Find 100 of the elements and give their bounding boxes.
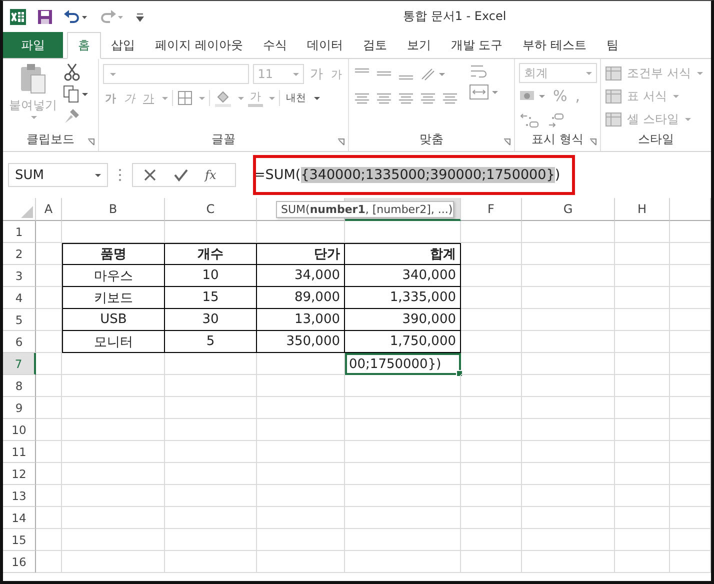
sheet-cell[interactable] xyxy=(522,507,615,529)
sheet-cell[interactable] xyxy=(670,529,711,551)
sheet-cell[interactable] xyxy=(522,397,615,419)
sheet-cell[interactable] xyxy=(670,507,711,529)
ribbon-tab[interactable]: 페이지 레이아웃 xyxy=(145,32,253,58)
sheet-cell[interactable] xyxy=(670,331,711,353)
sheet-cell[interactable] xyxy=(36,529,62,551)
sheet-cell[interactable] xyxy=(461,485,522,507)
sheet-cell[interactable] xyxy=(615,309,670,331)
sheet-cell[interactable] xyxy=(670,419,711,441)
sheet-cell[interactable] xyxy=(461,331,522,353)
sheet-cell[interactable] xyxy=(36,221,62,243)
sheet-cell[interactable] xyxy=(670,441,711,463)
row-header[interactable]: 1 xyxy=(3,221,36,243)
sheet-cell[interactable] xyxy=(36,331,62,353)
row-header[interactable]: 4 xyxy=(3,287,36,309)
ribbon-tab[interactable]: 보기 xyxy=(396,32,441,58)
ribbon-tab[interactable]: 팀 xyxy=(596,32,628,58)
insert-function-button[interactable]: fx xyxy=(205,168,216,182)
undo-icon[interactable] xyxy=(63,8,89,24)
sheet-cell[interactable] xyxy=(165,551,257,573)
sheet-cell[interactable] xyxy=(461,265,522,287)
sheet-cell[interactable] xyxy=(461,551,522,573)
sheet-cell[interactable] xyxy=(670,485,711,507)
sheet-cell[interactable] xyxy=(461,375,522,397)
ribbon-tab[interactable]: 검토 xyxy=(352,32,397,58)
sheet-cell[interactable] xyxy=(615,221,670,243)
customize-menu-icon[interactable] xyxy=(135,10,145,22)
formula-input[interactable]: =SUM({340000;1335000;390000;1750000}) xyxy=(246,163,711,187)
sheet-cell[interactable] xyxy=(461,419,522,441)
sheet-cell[interactable] xyxy=(345,221,461,243)
sheet-cell[interactable] xyxy=(615,353,670,375)
sheet-cell[interactable] xyxy=(522,221,615,243)
ribbon-tab[interactable]: 개발 도구 xyxy=(440,32,513,58)
row-header[interactable]: 3 xyxy=(3,265,36,287)
save-icon[interactable] xyxy=(37,8,53,24)
sheet-cell[interactable] xyxy=(257,419,345,441)
sheet-cell[interactable] xyxy=(257,551,345,573)
column-header[interactable]: F xyxy=(461,198,522,221)
sheet-cell[interactable] xyxy=(461,309,522,331)
sheet-cell[interactable] xyxy=(615,287,670,309)
sheet-cell[interactable] xyxy=(165,529,257,551)
sheet-cell[interactable] xyxy=(165,397,257,419)
column-header[interactable]: G xyxy=(522,198,615,221)
ribbon-tab[interactable]: 부하 테스트 xyxy=(512,32,596,58)
sheet-cell[interactable] xyxy=(615,419,670,441)
sheet-cell[interactable] xyxy=(670,243,711,265)
sheet-cell[interactable] xyxy=(36,397,62,419)
column-header[interactable]: A xyxy=(36,198,62,221)
row-header[interactable]: 10 xyxy=(3,419,36,441)
sheet-cell[interactable] xyxy=(670,265,711,287)
row-header[interactable]: 11 xyxy=(3,441,36,463)
sheet-cell[interactable] xyxy=(36,287,62,309)
sheet-cell[interactable] xyxy=(257,485,345,507)
sheet-cell[interactable] xyxy=(257,353,345,375)
sheet-cell[interactable] xyxy=(257,397,345,419)
drag-handle-icon[interactable] xyxy=(118,168,122,182)
sheet-cell[interactable] xyxy=(257,441,345,463)
sheet-cell[interactable] xyxy=(62,375,165,397)
sheet-cell[interactable] xyxy=(36,441,62,463)
sheet-cell[interactable] xyxy=(345,397,461,419)
sheet-cell[interactable] xyxy=(522,551,615,573)
sheet-cell[interactable] xyxy=(257,221,345,243)
sheet-cell[interactable] xyxy=(615,441,670,463)
sheet-cell[interactable] xyxy=(345,529,461,551)
sheet-cell[interactable] xyxy=(36,265,62,287)
sheet-cell[interactable] xyxy=(522,463,615,485)
sheet-cell[interactable] xyxy=(257,375,345,397)
ribbon-tab[interactable]: 데이터 xyxy=(296,32,353,58)
sheet-cell[interactable] xyxy=(36,507,62,529)
sheet-cell[interactable] xyxy=(461,397,522,419)
sheet-cell[interactable] xyxy=(615,551,670,573)
row-header[interactable]: 14 xyxy=(3,507,36,529)
sheet-cell[interactable] xyxy=(62,551,165,573)
sheet-cell[interactable] xyxy=(670,287,711,309)
sheet-cell[interactable] xyxy=(461,243,522,265)
sheet-cell[interactable] xyxy=(461,287,522,309)
sheet-cell[interactable] xyxy=(615,485,670,507)
sheet-cell[interactable] xyxy=(345,463,461,485)
sheet-cell[interactable] xyxy=(36,243,62,265)
sheet-cell[interactable] xyxy=(345,485,461,507)
sheet-cell[interactable] xyxy=(36,419,62,441)
sheet-cell[interactable] xyxy=(615,507,670,529)
sheet-cell[interactable] xyxy=(615,463,670,485)
sheet-cell[interactable] xyxy=(522,441,615,463)
sheet-cell[interactable] xyxy=(165,419,257,441)
sheet-cell[interactable] xyxy=(62,419,165,441)
column-header[interactable]: H xyxy=(615,198,670,221)
cancel-icon[interactable] xyxy=(143,168,157,182)
sheet-cell[interactable] xyxy=(62,221,165,243)
sheet-cell[interactable] xyxy=(345,551,461,573)
row-header[interactable]: 16 xyxy=(3,551,36,573)
sheet-cell[interactable] xyxy=(62,441,165,463)
sheet-cell[interactable] xyxy=(670,221,711,243)
select-all-corner[interactable] xyxy=(3,198,36,221)
sheet-cell[interactable] xyxy=(165,485,257,507)
ribbon-tab[interactable]: 삽입 xyxy=(101,32,145,58)
sheet-cell[interactable] xyxy=(62,529,165,551)
sheet-cell[interactable] xyxy=(461,221,522,243)
sheet-cell[interactable] xyxy=(36,353,62,375)
